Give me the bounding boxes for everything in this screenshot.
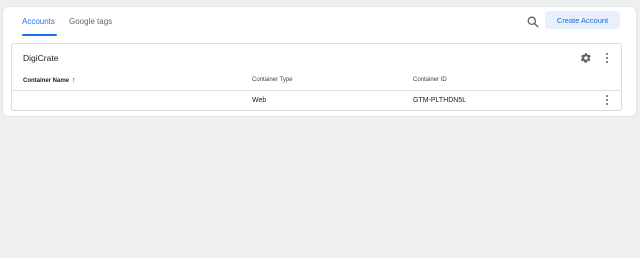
active-tab-indicator: [22, 34, 57, 36]
account-name[interactable]: DigiCrate: [23, 53, 58, 63]
table-divider: [12, 90, 621, 91]
accounts-card: Accounts Google tags Create Account Digi…: [3, 7, 636, 116]
create-account-button[interactable]: Create Account: [545, 11, 620, 29]
column-header-label: Container Name: [23, 78, 70, 84]
account-panel: DigiCrate Container Name ↑ Container Type…: [11, 43, 622, 111]
tab-accounts[interactable]: Accounts: [22, 17, 55, 26]
search-icon[interactable]: [526, 15, 540, 29]
column-header-container-type: Container Type: [252, 77, 293, 83]
sort-ascending-icon: ↑: [72, 77, 76, 84]
tab-google-tags[interactable]: Google tags: [69, 17, 112, 26]
column-header-container-id: Container ID: [413, 77, 447, 83]
column-header-container-name[interactable]: Container Name ↑: [23, 77, 76, 84]
tab-bar: Accounts Google tags Create Account: [3, 7, 636, 37]
container-type-cell: Web: [252, 97, 267, 104]
gear-icon[interactable]: [580, 51, 592, 63]
account-more-icon[interactable]: [602, 52, 612, 64]
container-id-cell: GTM-PLTHDN5L: [413, 97, 467, 104]
row-more-icon[interactable]: [602, 94, 612, 106]
